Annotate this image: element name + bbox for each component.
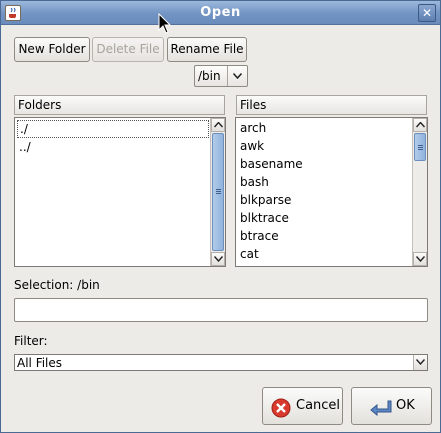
list-item[interactable]: blkparse: [238, 191, 291, 209]
window-title: Open: [200, 5, 241, 20]
list-item[interactable]: basename: [238, 155, 303, 173]
files-header-label: Files: [240, 98, 267, 112]
path-combo-value: /bin: [198, 69, 221, 83]
cancel-icon: [271, 397, 291, 418]
new-folder-button[interactable]: New Folder: [14, 37, 90, 62]
filter-combo-value: All Files: [17, 356, 63, 370]
list-item[interactable]: ../: [17, 138, 31, 156]
files-scroll-thumb[interactable]: [414, 133, 426, 161]
ok-label: OK: [396, 398, 415, 413]
cancel-button[interactable]: Cancel: [262, 387, 343, 425]
list-item[interactable]: cat: [238, 245, 259, 263]
list-item[interactable]: bash: [238, 173, 269, 191]
path-combo[interactable]: /bin: [194, 65, 248, 87]
list-item[interactable]: ./: [17, 120, 209, 138]
chevron-down-icon[interactable]: [227, 66, 247, 86]
delete-file-label: Delete File: [96, 42, 160, 56]
folders-scrollbar[interactable]: [210, 118, 225, 266]
open-dialog: Open ✕ New Folder Delete File Rename Fil…: [0, 0, 441, 433]
scroll-down-icon[interactable]: [413, 252, 427, 266]
list-item[interactable]: btrace: [238, 227, 279, 245]
folders-scroll-thumb[interactable]: [212, 133, 224, 251]
list-item[interactable]: arch: [238, 119, 266, 137]
folders-header: Folders: [14, 95, 225, 115]
list-item[interactable]: awk: [238, 137, 264, 155]
title-bar[interactable]: Open ✕: [1, 1, 440, 25]
scroll-up-icon[interactable]: [211, 118, 225, 132]
filter-combo[interactable]: All Files: [14, 354, 428, 371]
selection-input[interactable]: [14, 298, 428, 322]
folders-header-label: Folders: [18, 98, 62, 112]
delete-file-button[interactable]: Delete File: [92, 37, 164, 62]
rename-file-button[interactable]: Rename File: [167, 37, 247, 62]
enter-arrow-icon: [370, 397, 392, 417]
close-button[interactable]: ✕: [418, 4, 436, 22]
mouse-cursor-icon: [158, 13, 172, 34]
close-icon: ✕: [421, 6, 433, 20]
selection-label: Selection: /bin: [14, 278, 100, 292]
files-list[interactable]: arch awk basename bash blkparse blktrace…: [235, 117, 428, 267]
scroll-down-icon[interactable]: [211, 252, 225, 266]
list-item[interactable]: blktrace: [238, 209, 289, 227]
filter-label: Filter:: [14, 334, 48, 348]
ok-button[interactable]: OK: [351, 387, 432, 425]
cancel-label: Cancel: [296, 398, 341, 413]
folders-list[interactable]: ./ ../: [14, 117, 226, 267]
rename-file-label: Rename File: [170, 42, 244, 56]
new-folder-label: New Folder: [18, 42, 86, 56]
files-scrollbar[interactable]: [412, 118, 427, 266]
files-header: Files: [236, 95, 427, 115]
chevron-down-icon[interactable]: [413, 355, 427, 370]
scroll-up-icon[interactable]: [413, 118, 427, 132]
